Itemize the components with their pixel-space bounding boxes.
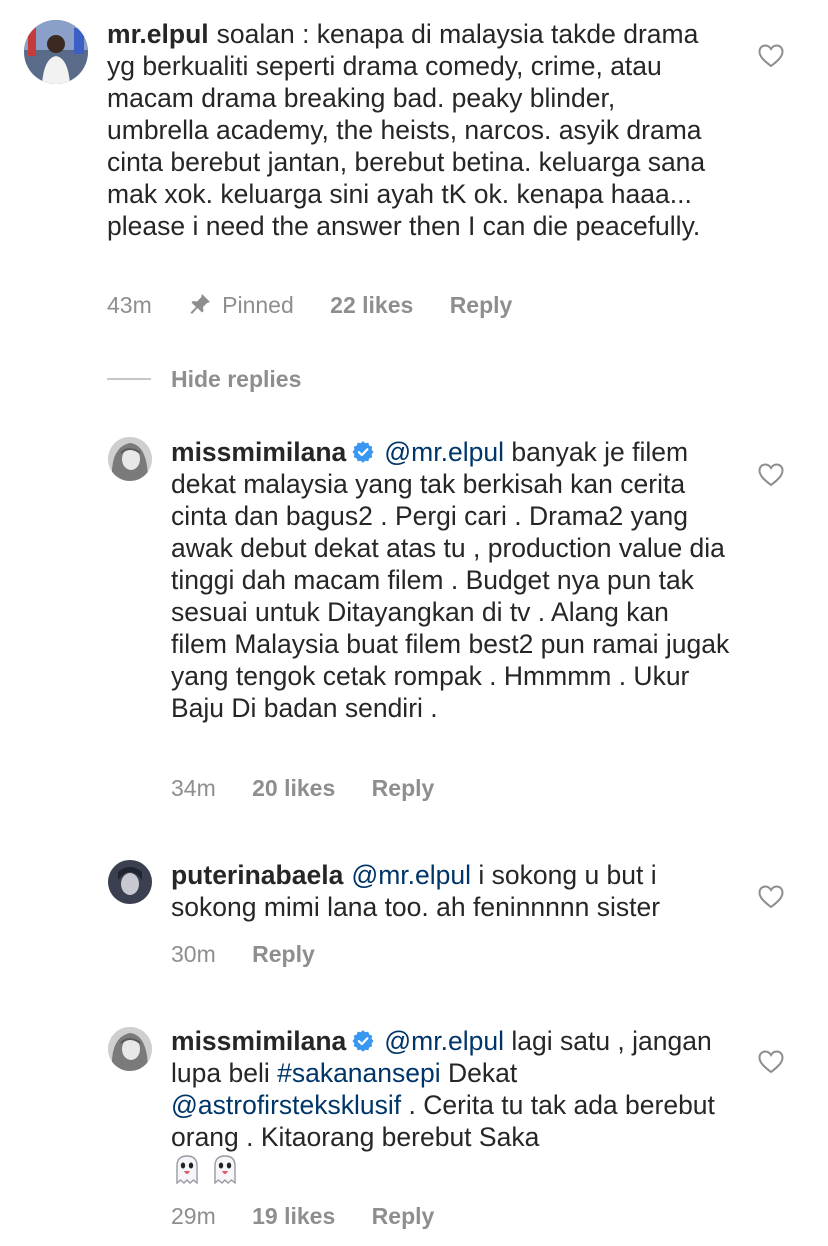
timestamp: 29m	[171, 1203, 216, 1229]
heart-icon[interactable]	[758, 1050, 784, 1074]
hide-replies-label[interactable]: Hide replies	[171, 366, 301, 393]
reply-button[interactable]: Reply	[372, 1203, 435, 1229]
pinned-label: Pinned	[222, 292, 294, 318]
reply-meta: 29m 19 likes Reply	[171, 1203, 464, 1230]
ghost-emoji-icon	[176, 1155, 198, 1185]
comment-text-block: mr.elpul soalan : kenapa di malaysia takd…	[107, 18, 717, 242]
timestamp: 43m	[107, 292, 152, 318]
avatar[interactable]	[24, 20, 88, 84]
reply-missmimilana-2: missmimilana @mr.elpul lagi satu , jangan…	[0, 1010, 828, 1246]
divider	[107, 378, 151, 380]
comment-mr-elpul: mr.elpul soalan : kenapa di malaysia takd…	[0, 0, 828, 340]
username[interactable]: puterinabaela	[171, 860, 343, 890]
reply-text-part2: Dekat	[448, 1058, 518, 1088]
mention-link-2[interactable]: @astrofirsteksklusif	[171, 1090, 401, 1120]
verified-badge-icon	[352, 1030, 374, 1052]
username[interactable]: missmimilana	[171, 437, 346, 467]
mention-link[interactable]: @mr.elpul	[384, 437, 504, 467]
reply-text: banyak je filem dekat malaysia yang tak …	[171, 437, 730, 723]
heart-icon[interactable]	[758, 44, 784, 68]
likes-count[interactable]: 22 likes	[330, 292, 413, 318]
reply-button[interactable]: Reply	[450, 292, 513, 318]
heart-icon[interactable]	[758, 463, 784, 487]
username[interactable]: missmimilana	[171, 1026, 346, 1056]
mention-link[interactable]: @mr.elpul	[351, 860, 471, 890]
username[interactable]: mr.elpul	[107, 19, 209, 49]
reply-text-block: puterinabaela @mr.elpul i sokong u but i …	[171, 859, 731, 923]
reply-button[interactable]: Reply	[252, 941, 315, 967]
pinned-indicator: Pinned	[188, 292, 294, 318]
hashtag-link[interactable]: #sakanansepi	[277, 1058, 441, 1088]
timestamp: 34m	[171, 775, 216, 801]
reply-text-block: missmimilana @mr.elpul banyak je filem de…	[171, 436, 731, 724]
timestamp: 30m	[171, 941, 216, 967]
reply-puterinabaela: puterinabaela @mr.elpul i sokong u but i …	[0, 845, 828, 995]
reply-text-block: missmimilana @mr.elpul lagi satu , jangan…	[171, 1025, 731, 1186]
comment-meta: 43m Pinned 22 likes Reply	[107, 292, 542, 319]
avatar[interactable]	[108, 860, 152, 904]
reply-meta: 30m Reply	[171, 941, 345, 968]
comment-text: soalan : kenapa di malaysia takde drama …	[107, 19, 706, 241]
pin-icon	[190, 294, 211, 314]
likes-count[interactable]: 20 likes	[252, 775, 335, 801]
reply-meta: 34m 20 likes Reply	[171, 775, 464, 802]
reply-button[interactable]: Reply	[372, 775, 435, 801]
likes-count[interactable]: 19 likes	[252, 1203, 335, 1229]
verified-badge-icon	[352, 441, 374, 463]
heart-icon[interactable]	[758, 885, 784, 909]
ghost-emoji-icon	[214, 1155, 236, 1185]
hide-replies-button[interactable]: Hide replies	[107, 364, 301, 394]
reply-missmimilana-1: missmimilana @mr.elpul banyak je filem de…	[0, 420, 828, 820]
mention-link[interactable]: @mr.elpul	[384, 1026, 504, 1056]
avatar[interactable]	[108, 1027, 152, 1071]
avatar[interactable]	[108, 437, 152, 481]
